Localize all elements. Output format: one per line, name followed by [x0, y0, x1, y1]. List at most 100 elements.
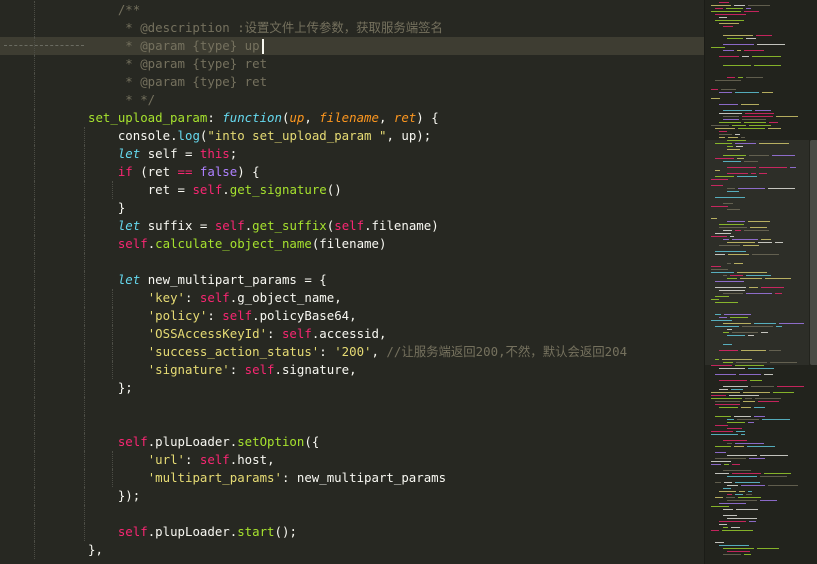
code-line[interactable]: * @param {type} up — [0, 37, 704, 55]
minimap-line — [750, 380, 762, 381]
code-line[interactable]: }; — [0, 379, 704, 397]
minimap-line — [711, 179, 728, 180]
indent-guide — [34, 37, 35, 55]
code-token: self — [214, 218, 245, 233]
code-line[interactable]: console.log("into set_upload_param ", up… — [0, 127, 704, 145]
minimap-line — [723, 293, 743, 294]
minimap-line — [752, 254, 779, 255]
indent-guide — [34, 199, 35, 217]
code-token: (); — [274, 524, 297, 539]
minimap-line — [728, 254, 749, 255]
minimap-line — [754, 65, 781, 66]
code-token: this — [199, 146, 230, 161]
minimap-line — [715, 446, 731, 447]
minimap-line — [765, 278, 791, 279]
code-line[interactable]: let suffix = self.get_suffix(self.filena… — [0, 217, 704, 235]
code-token: if — [117, 164, 133, 179]
indent-guide — [34, 523, 35, 541]
minimap-line — [711, 98, 720, 99]
code-line[interactable]: }); — [0, 487, 704, 505]
code-line[interactable]: let self = this; — [0, 145, 704, 163]
minimap-line — [727, 173, 748, 174]
minimap-line — [723, 119, 739, 120]
minimap-line — [719, 245, 740, 246]
code-line[interactable]: if (ret == false) { — [0, 163, 704, 181]
indent-guide — [34, 451, 35, 469]
code-line[interactable] — [0, 253, 704, 271]
minimap-line — [773, 392, 794, 393]
indent-guide — [112, 469, 113, 487]
minimap-line — [742, 119, 766, 120]
code-line[interactable]: * @param {type} ret — [0, 73, 704, 91]
minimap-line — [722, 530, 753, 531]
minimap-line — [757, 548, 779, 549]
code-line[interactable]: } — [0, 199, 704, 217]
indent-guide — [34, 541, 35, 559]
minimap-line — [727, 242, 755, 243]
code-token: : — [207, 110, 223, 125]
minimap-line — [756, 35, 772, 36]
code-token: ret = — [147, 182, 193, 197]
code-line[interactable]: 'signature': self.signature, — [0, 361, 704, 379]
code-editor[interactable]: /** * @description :设置文件上传参数，获取服务端签名 * @… — [0, 0, 817, 564]
code-line[interactable]: let new_multipart_params = { — [0, 271, 704, 289]
code-line[interactable]: * @param {type} ret — [0, 55, 704, 73]
minimap-line — [742, 116, 773, 117]
scrollbar-thumb[interactable] — [810, 140, 817, 365]
code-line[interactable] — [0, 415, 704, 433]
code-line[interactable]: * */ — [0, 91, 704, 109]
minimap-line — [741, 485, 765, 486]
indent-guide — [112, 451, 113, 469]
code-line[interactable]: self.plupLoader.start(); — [0, 523, 704, 541]
minimap-line — [730, 236, 734, 237]
code-line[interactable]: }, — [0, 541, 704, 559]
minimap-line — [723, 362, 733, 363]
minimap-line — [715, 20, 744, 21]
code-line[interactable] — [0, 505, 704, 523]
code-token: "into set_upload_param " — [207, 128, 387, 143]
code-line[interactable]: 'key': self.g_object_name, — [0, 289, 704, 307]
minimap-line — [727, 329, 732, 330]
code-line[interactable]: self.calculate_object_name(filename) — [0, 235, 704, 253]
minimap-line — [719, 317, 727, 318]
minimap-line — [719, 113, 742, 114]
code-line[interactable]: set_upload_param: function(up, filename,… — [0, 109, 704, 127]
code-line[interactable]: 'policy': self.policyBase64, — [0, 307, 704, 325]
minimap-line — [760, 476, 787, 477]
minimap-line — [719, 389, 728, 390]
code-line[interactable]: /** — [0, 1, 704, 19]
indent-guide — [84, 505, 85, 523]
code-token: : — [207, 308, 223, 323]
code-lines[interactable]: /** * @description :设置文件上传参数，获取服务端签名 * @… — [0, 1, 704, 559]
code-line[interactable]: 'multipart_params': new_multipart_params — [0, 469, 704, 487]
code-line[interactable]: * @description :设置文件上传参数，获取服务端签名 — [0, 19, 704, 37]
minimap-line — [759, 167, 787, 168]
minimap-line — [723, 323, 751, 324]
minimap-line — [723, 470, 751, 471]
code-line[interactable]: ret = self.get_signature() — [0, 181, 704, 199]
code-line[interactable]: 'url': self.host, — [0, 451, 704, 469]
code-line[interactable]: 'OSSAccessKeyId': self.accessid, — [0, 325, 704, 343]
minimap-line — [731, 527, 740, 528]
code-line[interactable] — [0, 397, 704, 415]
indent-guide — [34, 487, 35, 505]
minimap-line — [727, 278, 737, 279]
minimap-line — [711, 206, 728, 207]
code-line[interactable]: self.plupLoader.setOption({ — [0, 433, 704, 451]
indent-guide — [34, 127, 35, 145]
code-line[interactable]: 'success_action_status': '200', //让服务端返回… — [0, 343, 704, 361]
minimap-line — [732, 464, 740, 465]
minimap-line — [719, 92, 732, 93]
minimap-line — [737, 158, 744, 159]
code-token: }); — [117, 488, 141, 503]
minimap-line — [715, 251, 746, 252]
minimap-line — [749, 125, 771, 126]
code-pane[interactable]: /** * @description :设置文件上传参数，获取服务端签名 * @… — [0, 0, 704, 564]
minimap[interactable] — [704, 0, 817, 564]
minimap-line — [729, 395, 759, 396]
minimap-line — [734, 416, 751, 417]
minimap-line — [748, 491, 752, 492]
minimap-line — [711, 365, 732, 366]
minimap-line — [711, 47, 725, 48]
